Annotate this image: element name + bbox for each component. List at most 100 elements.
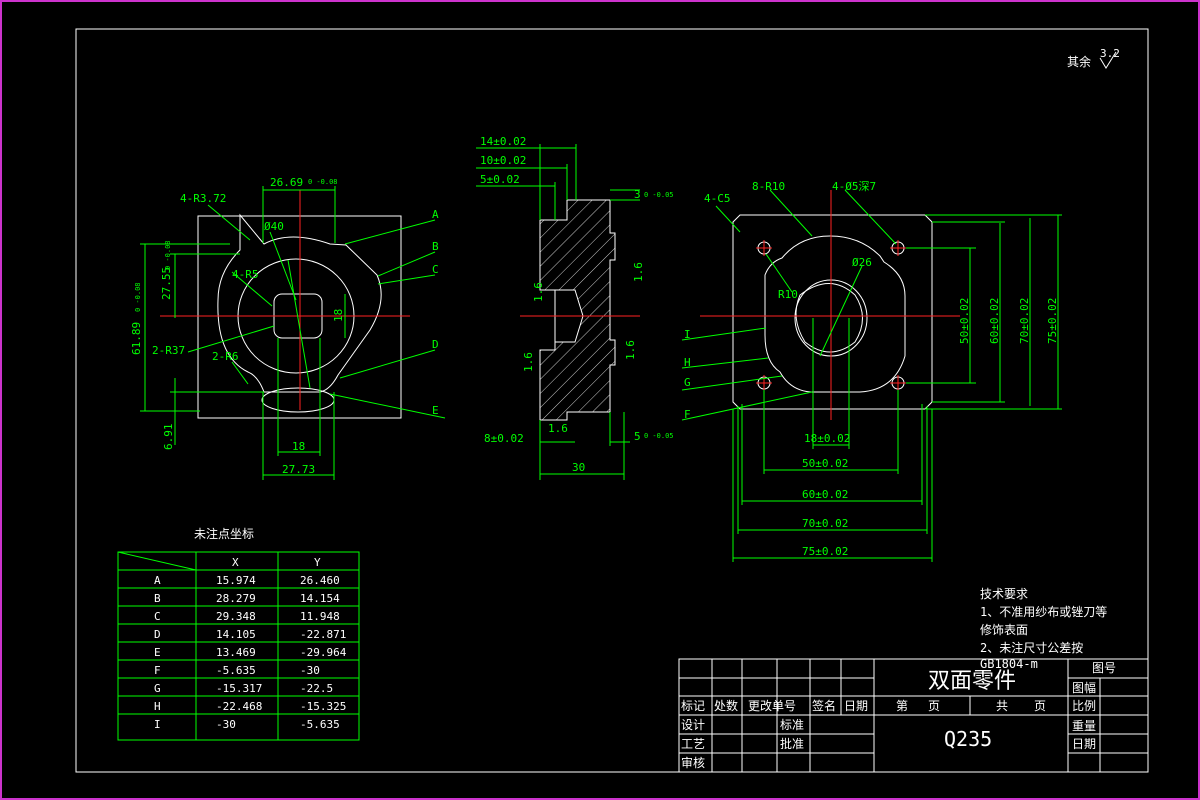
dim-18-h: 18 — [292, 440, 305, 453]
coord-point-name: H — [154, 700, 161, 713]
roughness-value: 3.2 — [1100, 47, 1120, 60]
dim-27-h: 27.73 — [282, 463, 315, 476]
dim-3: 3 — [634, 188, 641, 201]
c5-label: 4-C5 — [704, 192, 731, 205]
roughness-1: 1.6 — [632, 262, 645, 282]
craft-label: 工艺 — [681, 737, 705, 751]
coord-point-name: F — [154, 664, 161, 677]
dim-75-v: 75±0.02 — [1046, 298, 1059, 344]
point-c: C — [432, 263, 439, 276]
coord-x-value: 13.469 — [216, 646, 256, 659]
count-label: 处数 — [714, 698, 738, 713]
coord-table-title: 未注点坐标 — [194, 526, 254, 541]
review-label: 审核 — [681, 755, 705, 770]
dia-40-label: Ø40 — [264, 220, 284, 233]
top-view: 4-C5 8-R10 4-Ø5深7 Ø26 R10 50±0.02 60±0.0… — [681, 180, 1062, 562]
dim-10: 10±0.02 — [480, 154, 526, 167]
dim-8: 8±0.02 — [484, 432, 524, 445]
dim-60-h: 60±0.02 — [802, 488, 848, 501]
material: Q235 — [944, 727, 992, 751]
sheet-no-label: 第 — [896, 699, 908, 713]
scale-label: 比例 — [1072, 699, 1096, 713]
point-e: E — [432, 404, 439, 417]
point-g: G — [684, 376, 691, 389]
tech-line-3: 2、未注尺寸公差按 — [980, 640, 1083, 655]
coord-y-value: 11.948 — [300, 610, 340, 623]
coord-y-value: -22.871 — [300, 628, 346, 641]
r5-label: 4-R5 — [232, 268, 259, 281]
title-block: 双面零件 Q235 图号 图幅 比例 重量 日期 标记 处数 更改单号 签名 日… — [678, 658, 1149, 773]
mark-label: 标记 — [681, 699, 705, 713]
col-header-y: Y — [314, 556, 321, 569]
coord-point-name: A — [154, 574, 161, 587]
standard-label: 标准 — [780, 718, 804, 732]
dim-26-tol: 0 -0.08 — [308, 178, 338, 186]
point-b: B — [432, 240, 439, 253]
sheet-unit-label: 页 — [928, 699, 940, 713]
part-name: 双面零件 — [928, 669, 1016, 694]
point-d: D — [432, 338, 439, 351]
roughness-note: 其余 3.2 — [1067, 47, 1120, 69]
coord-point-name: I — [154, 718, 161, 731]
dim-27-tol: 0 -0.08 — [164, 240, 172, 270]
dim-30: 30 — [572, 461, 585, 474]
coord-y-value: -15.325 — [300, 700, 346, 713]
tech-requirements: 技术要求 1、不准用纱布或锉刀等 修饰表面 2、未注尺寸公差按 GB1804-m — [980, 587, 1107, 671]
dim-61-tol: 0 -0.08 — [134, 282, 142, 312]
coord-point-name: E — [154, 646, 161, 659]
coord-x-value: -5.635 — [216, 664, 256, 677]
col-header-x: X — [232, 556, 239, 569]
roughness-3: 1.6 — [522, 352, 535, 372]
total-label: 共 — [996, 699, 1008, 713]
roughness-label: 其余 — [1067, 54, 1091, 69]
coord-rows: A 15.974 26.460 B 28.279 14.154 C 29.348 11.948 D… — [154, 574, 347, 731]
dim-5b: 5 — [634, 430, 641, 443]
coord-x-value: 29.348 — [216, 610, 256, 623]
coord-point-name: D — [154, 628, 161, 641]
r10-label-a: 8-R10 — [752, 180, 785, 193]
coord-y-value: -29.964 — [300, 646, 347, 659]
coord-y-value: 26.460 — [300, 574, 340, 587]
weight-label: 重量 — [1072, 719, 1096, 733]
dim-50-h: 50±0.02 — [802, 457, 848, 470]
dim-6: 6.91 — [162, 424, 175, 451]
point-i: I — [684, 328, 691, 341]
front-view: 26.69 0 -0.08 4-R3.72 Ø40 4-R5 2-R37 2-R… — [130, 176, 446, 480]
roughness-2: 1.6 — [532, 282, 545, 302]
dim-18-v: 18 — [332, 309, 345, 322]
approve-label: 批准 — [780, 736, 804, 751]
dim-14: 14±0.02 — [480, 135, 526, 148]
dim-70-v: 70±0.02 — [1018, 298, 1031, 344]
cad-drawing: 其余 3.2 26.69 0 -0.08 4-R3.72 Ø40 4-R5 2-… — [0, 0, 1200, 800]
r37-label: 2-R37 — [152, 344, 185, 357]
coord-y-value: -30 — [300, 664, 320, 677]
dim-61: 61.89 — [130, 322, 143, 355]
point-h: H — [684, 356, 691, 369]
sheet-size-label: 图幅 — [1072, 680, 1096, 695]
coord-x-value: 14.105 — [216, 628, 256, 641]
dim-18-top: 18±0.02 — [804, 432, 850, 445]
sign-label: 签名 — [812, 698, 836, 713]
date-label: 日期 — [1072, 737, 1096, 751]
coord-y-value: -5.635 — [300, 718, 340, 731]
point-f: F — [684, 408, 691, 421]
coord-y-value: -22.5 — [300, 682, 333, 695]
point-a: A — [432, 208, 439, 221]
r-corner-label: 4-R3.72 — [180, 192, 226, 205]
dim-50-v: 50±0.02 — [958, 298, 971, 344]
coord-point-name: G — [154, 682, 161, 695]
coord-table: 未注点坐标 X Y A 15.974 26.460 B 28.279 14.154 C 29.… — [117, 526, 360, 741]
roughness-4: 1.6 — [624, 340, 637, 360]
dim-27-v: 27.55 — [160, 267, 173, 300]
date2-label: 日期 — [844, 699, 868, 713]
dia-26-label: Ø26 — [852, 256, 872, 269]
coord-x-value: -22.468 — [216, 700, 262, 713]
change-no-label: 更改单号 — [748, 699, 796, 713]
total-unit-label: 页 — [1034, 699, 1046, 713]
drawing-no-label: 图号 — [1092, 661, 1116, 675]
tech-line-1: 1、不准用纱布或锉刀等 — [980, 604, 1107, 619]
tech-line-2: 修饰表面 — [980, 622, 1028, 637]
r6-label: 2-R6 — [212, 350, 239, 363]
dim-5: 5±0.02 — [480, 173, 520, 186]
dim-3-tol: 0 -0.05 — [644, 191, 674, 199]
